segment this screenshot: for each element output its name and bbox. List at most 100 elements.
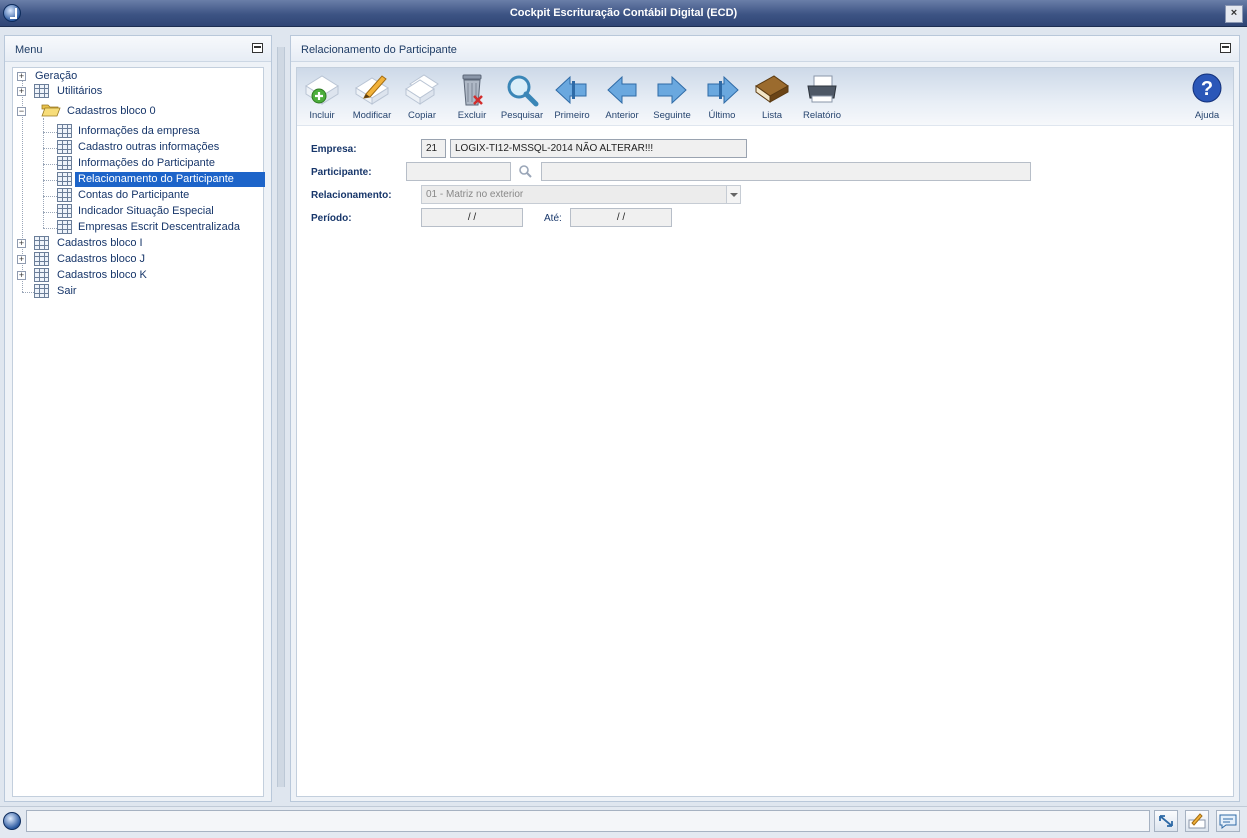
empresa-name-field[interactable]: LOGIX-TI12-MSSQL-2014 NÃO ALTERAR!!! [450,139,747,158]
tree-connector [43,132,57,133]
ajuda-button[interactable]: ? Ajuda [1182,72,1232,124]
menu-panel: Menu + Geração + Utilitários − Cadastros… [4,35,272,802]
tree-item-cadastros-bloco-j[interactable]: + Cadastros bloco J [17,252,257,267]
excluir-button[interactable]: Excluir [447,72,497,124]
table-icon [34,236,49,250]
tree-item-informacoes-participante[interactable]: Informações do Participante [57,156,257,171]
help-icon: ? [1192,73,1222,103]
tree-connector [43,180,57,181]
participante-label: Participante: [311,167,372,178]
periodo-fim-field[interactable]: / / [570,208,672,227]
table-icon [34,268,49,282]
expand-icon[interactable]: + [17,72,26,81]
tree-item-label: Cadastros bloco I [57,237,143,249]
first-record-icon [555,75,587,105]
tree-item-cadastro-outras-informacoes[interactable]: Cadastro outras informações [57,140,257,155]
page-title: Relacionamento do Participante [301,44,457,56]
expand-icon[interactable]: + [17,255,26,264]
tree-item-cadastros-bloco-0[interactable]: − Cadastros bloco 0 [17,104,257,119]
table-icon [34,84,49,98]
participante-name-field[interactable] [541,162,1031,181]
anterior-button[interactable]: Anterior [597,72,647,124]
edit-document-icon [355,75,389,105]
chat-bubble-icon [1219,814,1237,829]
relacionamento-label: Relacionamento: [311,190,392,201]
close-button[interactable]: × [1225,5,1243,23]
modificar-button[interactable]: Modificar [347,72,397,124]
seguinte-button[interactable]: Seguinte [647,72,697,124]
tree-connector [43,196,57,197]
tree-item-geracao[interactable]: + Geração [17,69,257,84]
incluir-button[interactable]: Incluir [297,72,347,124]
tree-item-relacionamento-participante[interactable]: Relacionamento do Participante [57,172,265,187]
relatorio-label: Relatório [802,110,842,121]
title-bar: Cockpit Escrituração Contábil Digital (E… [0,0,1247,27]
tree-item-label: Cadastros bloco J [57,253,146,265]
tree-connector [43,228,57,229]
expand-icon[interactable]: + [17,87,26,96]
tree-item-contas-participante[interactable]: Contas do Participante [57,188,257,203]
next-arrow-icon [657,75,687,105]
expand-icon[interactable]: + [17,271,26,280]
book-icon [755,75,789,103]
table-icon [57,172,72,186]
relatorio-button[interactable]: Relatório [797,72,847,124]
relacionamento-select[interactable]: 01 - Matriz no exterior [421,185,741,204]
pesquisar-button[interactable]: Pesquisar [497,72,547,124]
lista-button[interactable]: Lista [747,72,797,124]
relacionamento-value: 01 - Matriz no exterior [426,189,524,200]
main-panel: Relacionamento do Participante Incluir M… [290,35,1240,802]
table-icon [34,284,49,298]
empresa-label: Empresa: [311,144,357,155]
tree-item-label: Utilitários [57,85,103,97]
panel-splitter[interactable] [277,47,285,787]
copiar-button[interactable]: Copiar [397,72,447,124]
search-icon [507,75,539,107]
search-participante-icon[interactable] [518,164,532,178]
tree-item-label: Empresas Escrit Descentralizada [78,221,241,233]
trash-icon [462,74,483,106]
menu-title: Menu [15,44,43,56]
tree-item-cadastros-bloco-k[interactable]: + Cadastros bloco K [17,268,257,283]
periodo-inicio-field[interactable]: / / [421,208,523,227]
expand-icon[interactable]: + [17,239,26,248]
resize-arrows-icon [1159,815,1173,827]
chevron-down-icon[interactable] [726,186,740,203]
table-icon [34,252,49,266]
tree-item-cadastros-bloco-i[interactable]: + Cadastros bloco I [17,236,257,251]
status-logo-icon[interactable] [3,812,21,830]
edit-note-button[interactable] [1185,810,1209,832]
minimize-main-icon[interactable] [1220,43,1231,53]
ultimo-button[interactable]: Último [697,72,747,124]
window-title: Cockpit Escrituração Contábil Digital (E… [509,7,738,19]
tree-item-empresas-escrit-descentralizada[interactable]: Empresas Escrit Descentralizada [57,220,257,235]
tree-item-informacoes-empresa[interactable]: Informações da empresa [57,124,257,139]
table-icon [57,140,72,154]
tree-item-sair[interactable]: Sair [17,284,257,299]
table-icon [57,188,72,202]
add-document-icon [305,75,339,105]
last-record-icon [707,75,739,105]
minimize-menu-icon[interactable] [252,43,263,53]
table-icon [57,220,72,234]
tree-item-utilitarios[interactable]: + Utilitários [17,84,257,99]
collapse-icon[interactable]: − [17,107,26,116]
tree-item-label: Contas do Participante [78,189,190,201]
ajuda-label: Ajuda [1194,110,1220,121]
printer-icon [807,75,837,103]
menu-tree: + Geração + Utilitários − Cadastros bloc… [12,67,265,797]
tree-item-indicador-situacao-especial[interactable]: Indicador Situação Especial [57,204,257,219]
previous-arrow-icon [607,75,637,105]
participante-code-field[interactable] [406,162,511,181]
folder-open-icon [41,104,61,117]
copy-documents-icon [405,74,439,105]
tree-connector [43,164,57,165]
tree-item-label: Cadastro outras informações [78,141,220,153]
empresa-code-field[interactable]: 21 [421,139,446,158]
chat-button[interactable] [1216,810,1240,832]
resize-button[interactable] [1154,810,1178,832]
content-area: Incluir Modificar Copiar Excluir Pesquis… [296,67,1234,797]
tree-connector [43,212,57,213]
primeiro-button[interactable]: Primeiro [547,72,597,124]
table-icon [57,156,72,170]
